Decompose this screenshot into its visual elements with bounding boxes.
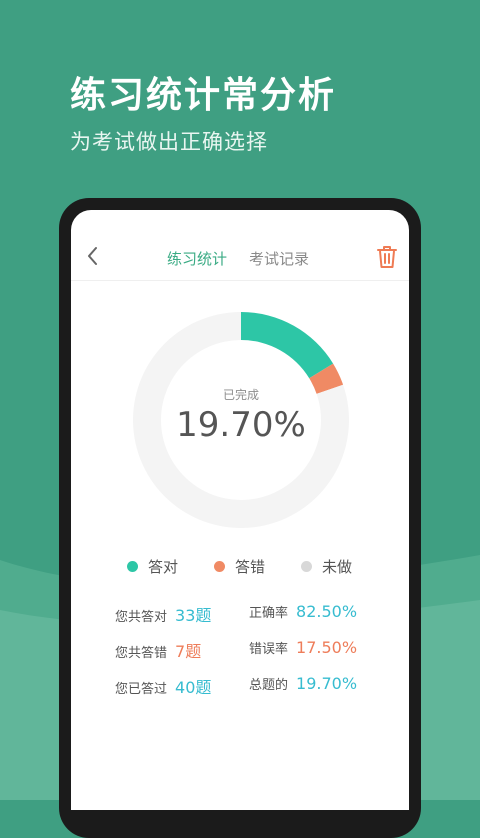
stat-total-done: 您已答过 40题 bbox=[115, 674, 211, 698]
legend-dot-undone bbox=[301, 561, 312, 572]
legend-undone: 未做 bbox=[301, 556, 352, 577]
stat-label: 正确率 bbox=[249, 606, 289, 621]
stat-label: 您共答错 bbox=[115, 646, 168, 661]
chart-legend: 答对 答错 未做 bbox=[127, 556, 387, 576]
stat-label: 错误率 bbox=[249, 642, 289, 657]
completion-label: 已完成 bbox=[222, 388, 259, 402]
stat-completion: 总题的 19.70% bbox=[249, 674, 357, 693]
legend-correct: 答对 bbox=[127, 556, 178, 577]
stat-label: 您共答对 bbox=[115, 610, 168, 625]
stat-value: 7题 bbox=[175, 642, 202, 661]
hero-title: 练习统计常分析 bbox=[70, 75, 337, 116]
legend-label-wrong: 答错 bbox=[235, 558, 266, 576]
legend-wrong: 答错 bbox=[214, 556, 265, 577]
legend-dot-correct bbox=[127, 561, 138, 572]
tab-practice-stats[interactable]: 练习统计 bbox=[167, 248, 227, 269]
stat-value: 33题 bbox=[175, 606, 212, 625]
top-bar: 练习统计 考试记录 bbox=[71, 210, 409, 281]
trash-icon bbox=[377, 246, 397, 268]
legend-dot-wrong bbox=[214, 561, 225, 572]
stat-label: 总题的 bbox=[249, 678, 289, 693]
delete-button[interactable] bbox=[375, 244, 399, 270]
stat-value: 19.70% bbox=[296, 674, 358, 693]
stat-value: 82.50% bbox=[296, 602, 358, 621]
stat-error-rate: 错误率 17.50% bbox=[249, 638, 357, 657]
donut-slice-0 bbox=[241, 312, 334, 379]
back-button[interactable] bbox=[81, 244, 105, 268]
stat-value: 40题 bbox=[175, 678, 212, 697]
stat-accuracy: 正确率 82.50% bbox=[249, 602, 357, 621]
stat-total-wrong: 您共答错 7题 bbox=[115, 638, 201, 662]
tab-exam-records[interactable]: 考试记录 bbox=[249, 248, 309, 269]
stat-total-correct: 您共答对 33题 bbox=[115, 602, 211, 626]
chevron-left-icon bbox=[88, 247, 97, 265]
stat-label: 您已答过 bbox=[115, 682, 168, 697]
legend-label-undone: 未做 bbox=[322, 558, 353, 576]
completion-donut-chart: 已完成 19.70% bbox=[131, 310, 351, 530]
stat-value: 17.50% bbox=[296, 638, 358, 657]
app-screen: 练习统计 考试记录 已完成 19.70% 答对 答错 未做 您共答对 33题 正… bbox=[71, 210, 409, 810]
legend-label-correct: 答对 bbox=[148, 558, 179, 576]
completion-percentage: 19.70% bbox=[176, 405, 306, 445]
hero-subtitle: 为考试做出正确选择 bbox=[70, 130, 268, 154]
